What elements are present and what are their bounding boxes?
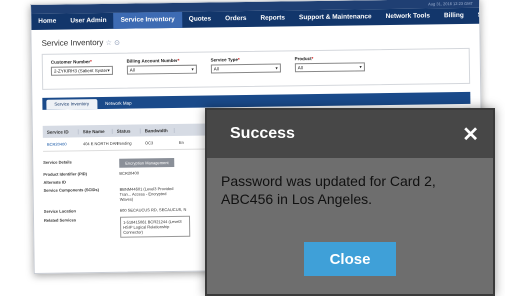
scid-value: BBNM44601 (Level3 Provided Tran... Acces… xyxy=(119,186,174,202)
nav-site-admin[interactable]: Site Admin xyxy=(471,7,484,24)
customer-select[interactable]: 2-ZYKIRH3 (Salient Syster ▾ xyxy=(50,65,113,76)
related-services-label: Related Services xyxy=(43,217,77,223)
encryption-management-button[interactable]: Encryption Management xyxy=(119,157,175,168)
success-dialog: Success ✕ Password was updated for Card … xyxy=(205,108,495,296)
help-icon[interactable]: ⊙ xyxy=(114,40,120,47)
col-service-id[interactable]: Service ID xyxy=(42,128,79,135)
nav-user-admin[interactable]: User Admin xyxy=(63,13,113,30)
nav-billing[interactable]: Billing xyxy=(437,8,471,24)
product-label: Product xyxy=(294,56,312,62)
col-site-name[interactable]: Site Name xyxy=(78,128,113,134)
chevron-down-icon: ▾ xyxy=(359,63,362,69)
service-id-link[interactable]: BCR20400 xyxy=(43,141,79,147)
customer-filter: Customer Number* 2-ZYKIRH3 (Salient Syst… xyxy=(51,59,113,84)
filters-panel: Customer Number* 2-ZYKIRH3 (Salient Syst… xyxy=(41,47,471,90)
extra-cell: En xyxy=(178,139,184,145)
related-services-value: 1-518415061 BCR21244 (Level3 HSIP Logica… xyxy=(119,215,191,238)
col-bandwidth[interactable]: Bandwidth xyxy=(140,127,175,133)
pid-value: BCR20400 xyxy=(119,170,139,176)
chevron-down-icon: ▾ xyxy=(191,66,194,72)
billing-filter: Billing Account Number* All ▾ xyxy=(127,58,197,83)
nav-service-inventory[interactable]: Service Inventory xyxy=(113,11,182,29)
col-status[interactable]: Status xyxy=(112,127,141,134)
site-name-cell: 404 E NORTH DAN... xyxy=(82,140,122,147)
pid-label: Product Identifier (PID) xyxy=(43,171,87,177)
nav-network-tools[interactable]: Network Tools xyxy=(379,8,438,25)
nav-orders[interactable]: Orders xyxy=(218,11,254,27)
service-location-value: 600 SECAUCUS RD, SECAUCUS, N xyxy=(119,206,187,213)
service-type-filter: Service Type* All ▾ xyxy=(211,57,281,82)
service-location-label: Service Location xyxy=(43,208,76,214)
nav-support[interactable]: Support & Maintenance xyxy=(292,9,379,26)
nav-reports[interactable]: Reports xyxy=(253,10,292,27)
dialog-title: Success xyxy=(230,125,295,142)
nav-quotes[interactable]: Quotes xyxy=(182,11,219,28)
service-type-label: Service Type xyxy=(210,57,239,63)
status-cell: Pending xyxy=(116,140,132,146)
bandwidth-cell: OC3 xyxy=(144,140,154,146)
product-select[interactable]: All ▾ xyxy=(294,62,365,73)
service-type-select[interactable]: All ▾ xyxy=(210,63,281,74)
billing-label: Billing Account Number xyxy=(126,57,178,64)
product-filter: Product* All ▾ xyxy=(295,55,365,80)
page-title-text: Service Inventory xyxy=(41,37,104,48)
billing-select[interactable]: All ▾ xyxy=(126,64,197,75)
customer-label: Customer Number xyxy=(50,59,91,65)
tab-service-inventory[interactable]: Service Inventory xyxy=(46,99,98,110)
chevron-down-icon: ▾ xyxy=(107,67,110,73)
dialog-footer: Close xyxy=(207,242,493,276)
service-details-label: Service Details xyxy=(43,159,72,165)
dialog-message: Password was updated for Card 2, ABC456 … xyxy=(221,173,436,207)
alternate-id-label: Alternate ID xyxy=(43,179,66,185)
star-icon[interactable]: ☆ xyxy=(106,40,112,47)
tab-network-map[interactable]: Network Map xyxy=(97,98,140,109)
close-icon[interactable]: ✕ xyxy=(462,122,479,147)
page-title: Service Inventory ☆ ⊙ xyxy=(41,33,469,48)
chevron-down-icon: ▾ xyxy=(275,65,278,71)
nav-home[interactable]: Home xyxy=(31,14,63,30)
close-button[interactable]: Close xyxy=(304,242,396,276)
dialog-header: Success ✕ xyxy=(207,110,493,158)
scid-label: Service Components (SCIDs) xyxy=(43,187,99,193)
